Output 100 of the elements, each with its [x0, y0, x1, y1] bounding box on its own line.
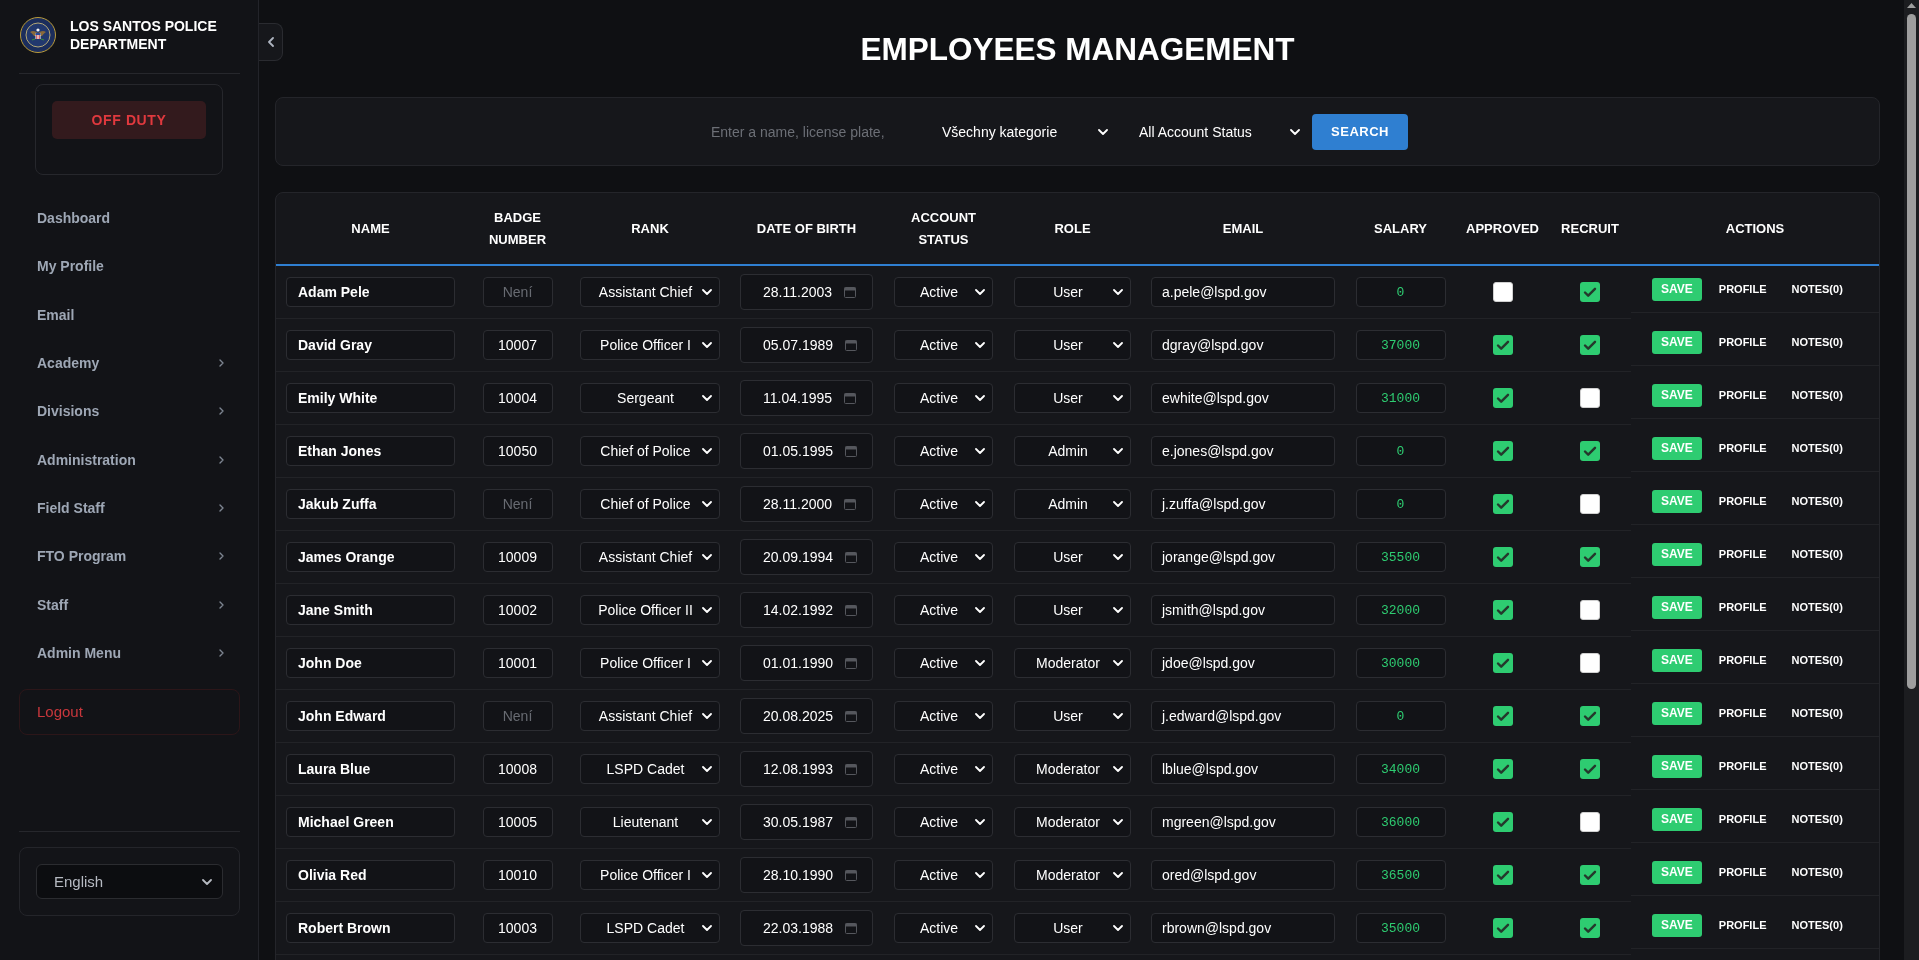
role-dropdown[interactable]: Moderator: [1014, 860, 1131, 890]
role-dropdown[interactable]: User: [1014, 383, 1131, 413]
recruit-checkbox[interactable]: [1580, 865, 1600, 885]
sidebar-item[interactable]: Divisions: [19, 387, 240, 436]
salary-field[interactable]: 30000: [1355, 648, 1446, 678]
role-dropdown[interactable]: User: [1014, 701, 1131, 731]
logout-button[interactable]: Logout: [19, 688, 240, 735]
name-field[interactable]: Laura Blue: [286, 754, 455, 784]
recruit-checkbox[interactable]: [1580, 388, 1600, 408]
badge-number-field[interactable]: 10007: [482, 330, 553, 360]
salary-field[interactable]: 34000: [1355, 754, 1446, 784]
name-field[interactable]: John Doe: [286, 648, 455, 678]
notes-button[interactable]: NOTES(0): [1783, 595, 1851, 619]
email-field[interactable]: ewhite@lspd.gov: [1151, 383, 1335, 413]
name-field[interactable]: Jane Smith: [286, 595, 455, 625]
role-dropdown[interactable]: Moderator: [1014, 807, 1131, 837]
salary-field[interactable]: 0: [1355, 489, 1446, 519]
profile-button[interactable]: PROFILE: [1710, 330, 1775, 354]
role-dropdown[interactable]: User: [1014, 595, 1131, 625]
salary-field[interactable]: 0: [1355, 277, 1446, 307]
email-field[interactable]: mgreen@lspd.gov: [1151, 807, 1335, 837]
notes-button[interactable]: NOTES(0): [1783, 436, 1851, 460]
date-field[interactable]: 22.03.1988: [740, 910, 873, 946]
sidebar-item[interactable]: My Profile: [19, 242, 240, 291]
role-dropdown[interactable]: Admin: [1014, 436, 1131, 466]
notes-button[interactable]: NOTES(0): [1783, 648, 1851, 672]
badge-number-field[interactable]: 10004: [482, 383, 553, 413]
badge-number-field[interactable]: 10010: [482, 860, 553, 890]
account-status-dropdown[interactable]: Active: [894, 754, 993, 784]
recruit-checkbox[interactable]: [1580, 282, 1600, 302]
profile-button[interactable]: PROFILE: [1710, 489, 1775, 513]
recruit-checkbox[interactable]: [1580, 918, 1600, 938]
recruit-checkbox[interactable]: [1580, 335, 1600, 355]
approved-checkbox[interactable]: [1492, 441, 1513, 461]
notes-button[interactable]: NOTES(0): [1783, 542, 1851, 566]
role-dropdown[interactable]: User: [1014, 542, 1131, 572]
approved-checkbox[interactable]: [1492, 706, 1513, 726]
role-dropdown[interactable]: Moderator: [1014, 648, 1131, 678]
sidebar-item[interactable]: Admin Menu: [19, 628, 240, 677]
notes-button[interactable]: NOTES(0): [1783, 807, 1851, 831]
email-field[interactable]: j.zuffa@lspd.gov: [1151, 489, 1335, 519]
scroll-up-arrow-icon[interactable]: [1907, 3, 1916, 8]
account-status-dropdown[interactable]: Active: [894, 648, 993, 678]
date-field[interactable]: 28.11.2000: [740, 486, 873, 522]
approved-checkbox[interactable]: [1492, 494, 1513, 514]
account-status-dropdown[interactable]: Active: [894, 542, 993, 572]
name-field[interactable]: Ethan Jones: [286, 436, 455, 466]
approved-checkbox[interactable]: [1492, 865, 1513, 885]
account-status-dropdown[interactable]: Active: [894, 330, 993, 360]
profile-button[interactable]: PROFILE: [1710, 754, 1775, 778]
rank-dropdown[interactable]: Assistant Chief: [580, 542, 720, 572]
approved-checkbox[interactable]: [1492, 759, 1513, 779]
email-field[interactable]: jsmith@lspd.gov: [1151, 595, 1335, 625]
notes-button[interactable]: NOTES(0): [1783, 330, 1851, 354]
name-field[interactable]: Adam Pele: [286, 277, 455, 307]
account-status-dropdown[interactable]: Active: [894, 701, 993, 731]
date-field[interactable]: 28.10.1990: [740, 857, 873, 893]
sidebar-item[interactable]: Administration: [19, 435, 240, 484]
name-field[interactable]: Olivia Red: [286, 860, 455, 890]
account-status-dropdown[interactable]: Active: [894, 913, 993, 943]
rank-dropdown[interactable]: Chief of Police: [580, 489, 720, 519]
role-dropdown[interactable]: User: [1014, 913, 1131, 943]
status-dropdown[interactable]: All Account Status: [1127, 113, 1305, 150]
rank-dropdown[interactable]: LSPD Cadet: [580, 754, 720, 784]
profile-button[interactable]: PROFILE: [1710, 383, 1775, 407]
date-field[interactable]: 01.05.1995: [740, 433, 873, 469]
date-field[interactable]: 01.01.1990: [740, 645, 873, 681]
collapse-button[interactable]: [259, 23, 283, 61]
email-field[interactable]: rbrown@lspd.gov: [1151, 913, 1335, 943]
approved-checkbox[interactable]: [1492, 335, 1513, 355]
date-field[interactable]: 20.09.1994: [740, 539, 873, 575]
notes-button[interactable]: NOTES(0): [1783, 489, 1851, 513]
account-status-dropdown[interactable]: Active: [894, 383, 993, 413]
date-field[interactable]: 14.02.1992: [740, 592, 873, 628]
recruit-checkbox[interactable]: [1580, 494, 1600, 514]
rank-dropdown[interactable]: LSPD Cadet: [580, 913, 720, 943]
email-field[interactable]: lblue@lspd.gov: [1151, 754, 1335, 784]
notes-button[interactable]: NOTES(0): [1783, 277, 1851, 301]
name-field[interactable]: David Gray: [286, 330, 455, 360]
email-field[interactable]: dgray@lspd.gov: [1151, 330, 1335, 360]
sidebar-item[interactable]: Dashboard: [19, 194, 240, 243]
date-field[interactable]: 20.08.2025: [740, 698, 873, 734]
notes-button[interactable]: NOTES(0): [1783, 860, 1851, 884]
search-field[interactable]: Enter a name, license plate,: [699, 113, 927, 150]
salary-field[interactable]: 0: [1355, 436, 1446, 466]
recruit-checkbox[interactable]: [1580, 706, 1600, 726]
email-field[interactable]: j.edward@lspd.gov: [1151, 701, 1335, 731]
email-field[interactable]: ored@lspd.gov: [1151, 860, 1335, 890]
sidebar-item[interactable]: Field Staff: [19, 483, 240, 533]
recruit-checkbox[interactable]: [1580, 441, 1600, 461]
name-field[interactable]: James Orange: [286, 542, 455, 572]
profile-button[interactable]: PROFILE: [1710, 860, 1775, 884]
recruit-checkbox[interactable]: [1580, 759, 1600, 779]
salary-field[interactable]: 36500: [1355, 860, 1446, 890]
profile-button[interactable]: PROFILE: [1710, 277, 1775, 301]
scrollbar-thumb[interactable]: [1907, 14, 1916, 689]
language-dropdown[interactable]: English: [36, 864, 223, 899]
account-status-dropdown[interactable]: Active: [894, 595, 993, 625]
profile-button[interactable]: PROFILE: [1710, 807, 1775, 831]
duty-status-button[interactable]: OFF DUTY: [52, 101, 206, 139]
